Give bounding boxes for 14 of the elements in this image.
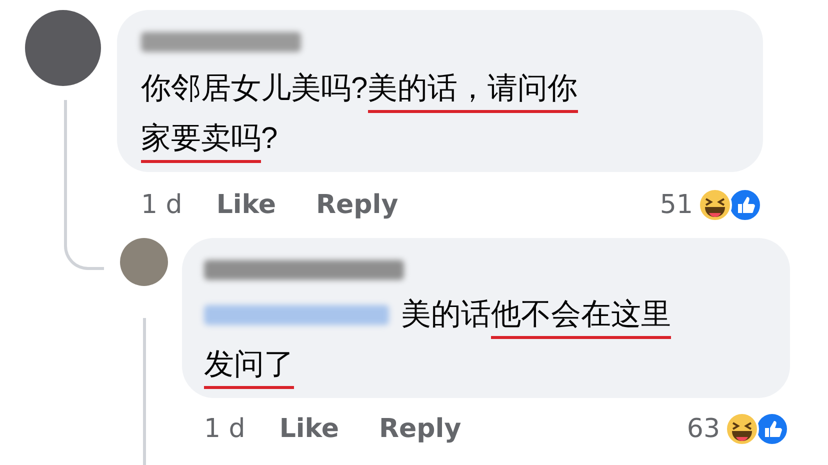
avatar[interactable] [120,238,168,286]
reaction-count: 51 [660,188,693,222]
reaction-icons [697,187,763,223]
comment-time: 1 d [141,188,182,222]
like-link[interactable]: Like [216,186,276,224]
reaction-count: 63 [686,412,720,446]
reaction-icons [724,411,790,447]
reply-text-line: 发问了 [204,340,790,390]
comment-text: 你邻居女儿美吗?美的话，请问你 家要卖吗? [141,64,763,164]
comment-time: 1 d [204,412,246,446]
reply-link[interactable]: Reply [379,410,462,448]
reply-text-line: 美的话他不会在这里 [401,290,671,340]
like-link[interactable]: Like [279,410,340,448]
reply-link[interactable]: Reply [316,186,398,224]
